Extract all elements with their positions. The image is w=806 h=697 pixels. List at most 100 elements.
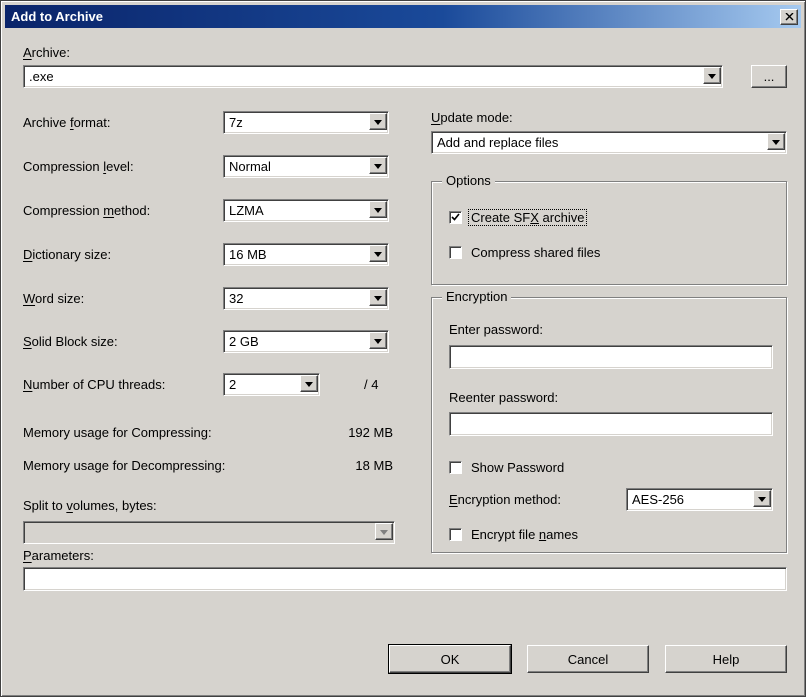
- encryption-method-label: Encryption method:: [449, 492, 562, 507]
- word-size-field[interactable]: 32: [223, 287, 389, 310]
- memory-compress-label: Memory usage for Compressing:: [23, 425, 212, 440]
- chevron-down-icon: [708, 74, 716, 79]
- browse-button-label: ...: [763, 69, 775, 84]
- encryption-method-field[interactable]: AES-256: [626, 488, 773, 511]
- split-volumes-field[interactable]: [23, 521, 395, 544]
- archive-name-combobox[interactable]: .exe: [23, 65, 723, 88]
- encryption-method-dropdown-button[interactable]: [753, 490, 771, 507]
- show-password-checkbox-row[interactable]: Show Password: [449, 459, 566, 475]
- create-sfx-checkbox[interactable]: [449, 210, 462, 224]
- create-sfx-label: Create SFX archive: [467, 208, 588, 226]
- compression-level-value: Normal: [229, 159, 271, 174]
- show-password-checkbox[interactable]: [449, 460, 462, 474]
- enter-password-label: Enter password:: [449, 322, 543, 337]
- chevron-down-icon: [374, 120, 382, 125]
- parameters-label: Parameters:: [23, 548, 94, 563]
- update-mode-dropdown-button[interactable]: [767, 133, 785, 150]
- archive-format-label: Archive format:: [23, 115, 111, 130]
- split-volumes-combobox[interactable]: [23, 521, 395, 544]
- archive-format-field[interactable]: 7z: [223, 111, 389, 134]
- reenter-password-label: Reenter password:: [449, 390, 559, 405]
- chevron-down-icon: [374, 296, 382, 301]
- solid-block-size-value: 2 GB: [229, 334, 259, 349]
- chevron-down-icon: [772, 140, 780, 145]
- update-mode-field[interactable]: Add and replace files: [431, 131, 787, 154]
- archive-name-value: .exe: [29, 69, 54, 84]
- chevron-down-icon: [758, 497, 766, 502]
- parameters-input[interactable]: [23, 567, 787, 591]
- compress-shared-checkbox-row[interactable]: Compress shared files: [449, 244, 602, 260]
- archive-format-dropdown-button[interactable]: [369, 113, 387, 130]
- archive-format-value: 7z: [229, 115, 243, 130]
- solid-block-size-field[interactable]: 2 GB: [223, 330, 389, 353]
- compression-method-label: Compression method:: [23, 203, 151, 218]
- update-mode-label: Update mode:: [431, 110, 513, 125]
- word-size-value: 32: [229, 291, 244, 306]
- cpu-threads-dropdown-button[interactable]: [300, 375, 318, 392]
- compression-level-label: Compression level:: [23, 159, 134, 174]
- cpu-threads-value: 2: [229, 377, 237, 392]
- add-to-archive-dialog: Add to Archive Archive: .exe ... Archive…: [0, 0, 806, 697]
- create-sfx-checkbox-row[interactable]: Create SFX archive: [449, 208, 588, 226]
- word-size-label: Word size:: [23, 291, 85, 306]
- encryption-method-select[interactable]: AES-256: [626, 488, 773, 511]
- memory-decompress-value: 18 MB: [355, 458, 393, 473]
- archive-name-field[interactable]: .exe: [23, 65, 723, 88]
- check-icon: [451, 212, 460, 221]
- reenter-password-input[interactable]: [449, 412, 773, 436]
- dictionary-size-select[interactable]: 16 MB: [223, 243, 389, 266]
- dictionary-size-label: Dictionary size:: [23, 247, 112, 262]
- word-size-dropdown-button[interactable]: [369, 289, 387, 306]
- compress-shared-checkbox[interactable]: [449, 245, 462, 259]
- encrypt-names-checkbox[interactable]: [449, 527, 462, 541]
- compression-level-dropdown-button[interactable]: [369, 157, 387, 174]
- memory-compress-value: 192 MB: [348, 425, 393, 440]
- dictionary-size-value: 16 MB: [229, 247, 267, 262]
- chevron-down-icon: [374, 164, 382, 169]
- cancel-button[interactable]: Cancel: [527, 645, 649, 673]
- encrypt-names-checkbox-row[interactable]: Encrypt file names: [449, 526, 580, 542]
- compression-method-value: LZMA: [229, 203, 264, 218]
- help-button-label: Help: [712, 651, 740, 667]
- cpu-threads-label: Number of CPU threads:: [23, 377, 166, 392]
- solid-block-size-dropdown-button[interactable]: [369, 332, 387, 349]
- show-password-label: Show Password: [471, 459, 565, 475]
- ok-button-label: OK: [440, 651, 460, 667]
- cpu-threads-max: / 4: [364, 377, 379, 392]
- compression-level-field[interactable]: Normal: [223, 155, 389, 178]
- encryption-method-value: AES-256: [632, 492, 685, 507]
- encryption-group-title: Encryption: [442, 289, 512, 304]
- ok-button[interactable]: OK: [389, 645, 511, 673]
- options-group-title: Options: [442, 173, 495, 188]
- compression-level-select[interactable]: Normal: [223, 155, 389, 178]
- archive-label: Archive:: [23, 45, 70, 60]
- update-mode-value: Add and replace files: [437, 135, 559, 150]
- chevron-down-icon: [374, 208, 382, 213]
- chevron-down-icon: [374, 252, 382, 257]
- compress-shared-label: Compress shared files: [471, 244, 601, 260]
- compression-method-field[interactable]: LZMA: [223, 199, 389, 222]
- chevron-down-icon: [305, 382, 313, 387]
- compression-method-dropdown-button[interactable]: [369, 201, 387, 218]
- cancel-button-label: Cancel: [567, 651, 609, 667]
- compression-method-select[interactable]: LZMA: [223, 199, 389, 222]
- browse-button[interactable]: ...: [751, 65, 787, 88]
- split-volumes-dropdown-button[interactable]: [375, 523, 393, 540]
- solid-block-size-label: Solid Block size:: [23, 334, 118, 349]
- encrypt-names-label: Encrypt file names: [471, 526, 578, 542]
- titlebar[interactable]: Add to Archive: [5, 5, 801, 28]
- window-title: Add to Archive: [11, 9, 103, 24]
- options-groupbox: Options: [431, 173, 787, 285]
- cpu-threads-select[interactable]: 2: [223, 373, 320, 396]
- update-mode-select[interactable]: Add and replace files: [431, 131, 787, 154]
- word-size-select[interactable]: 32: [223, 287, 389, 310]
- close-button[interactable]: [780, 8, 798, 25]
- enter-password-input[interactable]: [449, 345, 773, 369]
- help-button[interactable]: Help: [665, 645, 787, 673]
- memory-decompress-label: Memory usage for Decompressing:: [23, 458, 226, 473]
- dictionary-size-dropdown-button[interactable]: [369, 245, 387, 262]
- dictionary-size-field[interactable]: 16 MB: [223, 243, 389, 266]
- archive-name-dropdown-button[interactable]: [703, 67, 721, 84]
- solid-block-size-select[interactable]: 2 GB: [223, 330, 389, 353]
- archive-format-select[interactable]: 7z: [223, 111, 389, 134]
